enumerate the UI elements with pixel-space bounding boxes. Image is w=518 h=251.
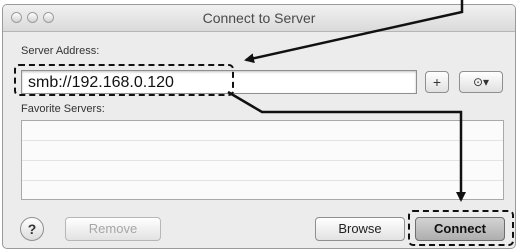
remove-button[interactable]: Remove [65,217,161,241]
server-address-label: Server Address: [21,45,100,57]
add-favorite-button[interactable]: + [425,71,449,93]
plus-icon: + [432,74,442,90]
recent-servers-button[interactable]: ⊙▾ [459,71,503,93]
address-highlight-box [14,64,234,96]
favorite-servers-label: Favorite Servers: [21,103,105,115]
list-row [22,161,503,181]
connect-highlight-box [408,210,514,246]
window-title: Connect to Server [202,10,316,26]
clock-dropdown-icon: ⊙▾ [472,75,490,89]
favorite-servers-list[interactable] [21,120,504,200]
title-bar[interactable]: Connect to Server [3,5,515,32]
browse-button[interactable]: Browse [315,217,405,241]
help-button[interactable]: ? [20,217,44,241]
list-row [22,141,503,161]
question-mark-icon: ? [27,221,37,237]
list-row [22,121,503,141]
